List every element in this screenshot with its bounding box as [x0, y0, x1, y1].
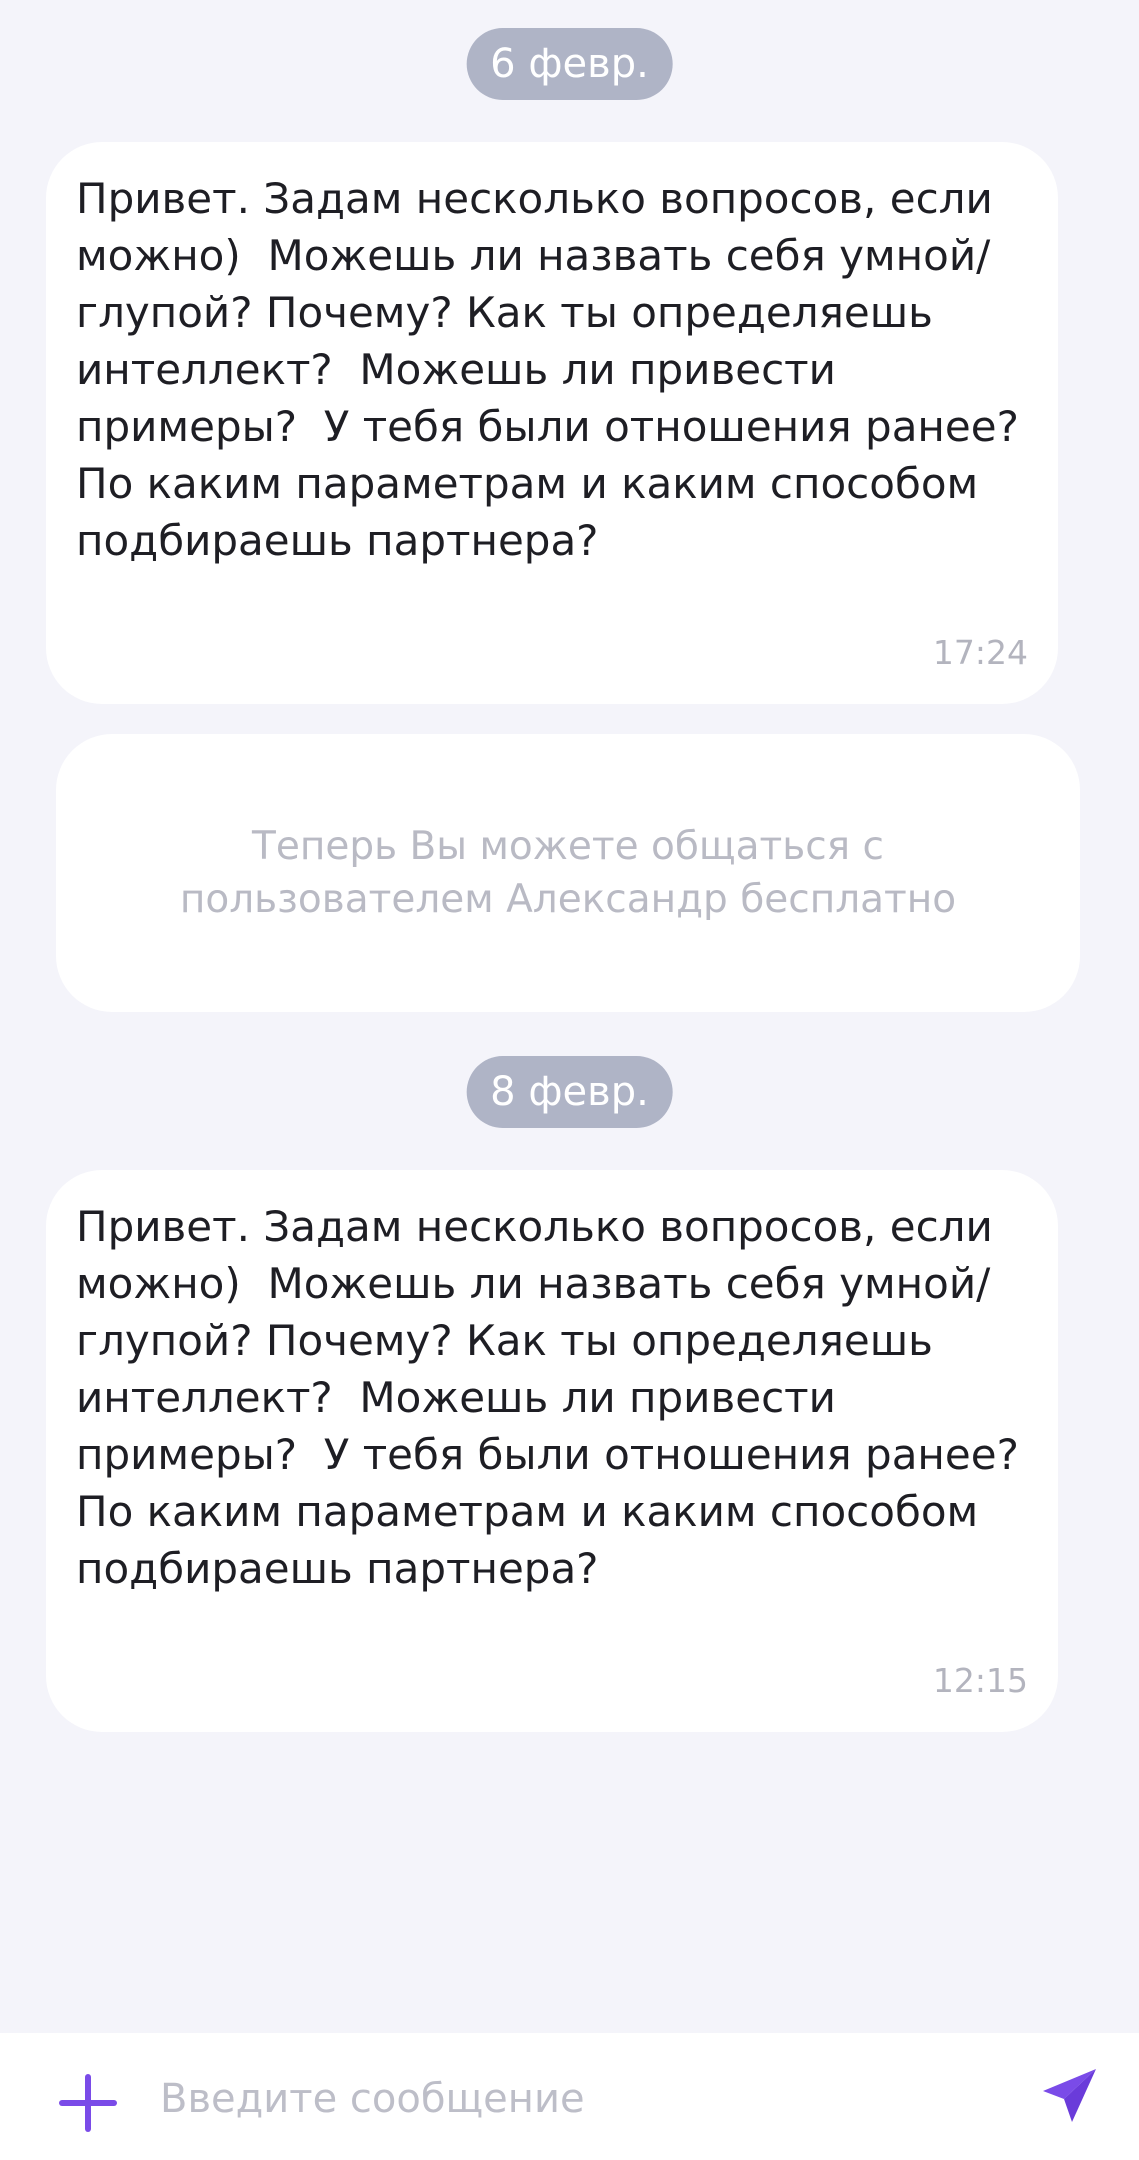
system-notice-text: Теперь Вы можете общаться с пользователе…	[179, 824, 957, 922]
system-notice: Теперь Вы можете общаться с пользователе…	[56, 734, 1080, 1012]
date-separator: 8 февр.	[466, 1056, 673, 1128]
send-button[interactable]	[1040, 2065, 1100, 2125]
message-text: Привет. Задам несколько вопросов, если м…	[76, 1202, 1033, 1593]
message-bubble[interactable]: Привет. Задам несколько вопросов, если м…	[46, 142, 1058, 704]
message-timestamp: 17:24	[932, 633, 1028, 672]
chat-feed: 6 февр. Привет. Задам несколько вопросов…	[0, 0, 1139, 2033]
message-timestamp: 12:15	[932, 1661, 1028, 1700]
add-attachment-button[interactable]	[56, 2071, 120, 2135]
message-input[interactable]	[160, 2063, 980, 2135]
message-bubble[interactable]: Привет. Задам несколько вопросов, если м…	[46, 1170, 1058, 1732]
send-icon	[1043, 2069, 1096, 2122]
plus-icon	[59, 2074, 117, 2132]
date-separator: 6 февр.	[466, 28, 673, 100]
message-composer	[0, 2033, 1139, 2160]
message-text: Привет. Задам несколько вопросов, если м…	[76, 174, 1033, 565]
